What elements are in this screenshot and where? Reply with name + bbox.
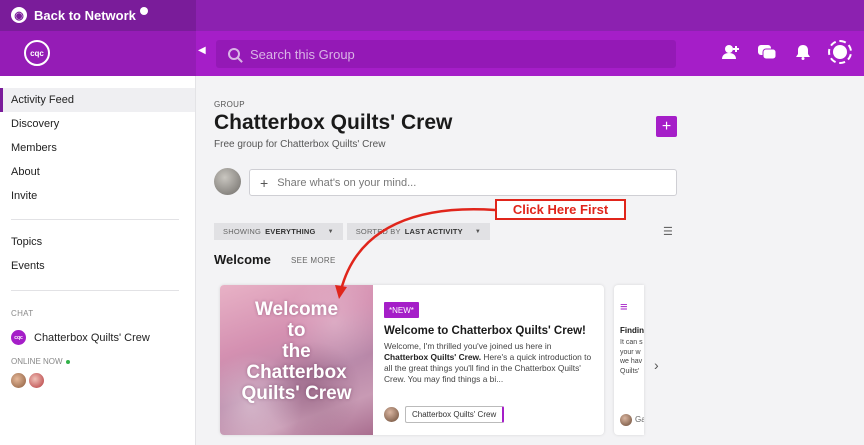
- next-card-title: Findin: [620, 326, 644, 335]
- chevron-down-icon: ▼: [327, 228, 334, 235]
- card-body: Welcome, I'm thrilled you've joined us h…: [384, 341, 597, 385]
- see-more-link[interactable]: SEE MORE: [291, 256, 336, 265]
- share-post-field[interactable]: + Share what's on your mind...: [249, 169, 677, 196]
- back-to-network-link[interactable]: ◉ Back to Network: [11, 7, 148, 23]
- sorted-value: LAST ACTIVITY: [404, 227, 463, 236]
- document-icon: ≡: [620, 299, 628, 314]
- chat-heading: CHAT: [11, 309, 34, 318]
- header-actions: [720, 40, 852, 64]
- collapse-sidebar-icon[interactable]: ◀: [198, 45, 208, 63]
- online-members: [11, 373, 44, 388]
- online-now-text: ONLINE NOW: [11, 357, 63, 366]
- sidebar-divider: [11, 290, 179, 291]
- sidebar-item-members[interactable]: Members: [0, 136, 195, 160]
- chevron-down-icon: ▼: [474, 228, 482, 235]
- profile-avatar-icon[interactable]: [828, 40, 852, 64]
- chevron-right-icon[interactable]: ›: [654, 357, 659, 373]
- new-badge: *NEW*: [384, 302, 419, 318]
- card-body-lead: Welcome, I'm thrilled you've joined us h…: [384, 341, 552, 351]
- back-to-network-label: Back to Network: [34, 7, 136, 23]
- welcome-card[interactable]: Welcome to the Chatterbox Quilts' Crew *…: [220, 285, 604, 435]
- search-bar[interactable]: [216, 40, 676, 68]
- author-tag[interactable]: Chatterbox Quilts' Crew: [405, 406, 505, 423]
- online-dot-icon: [65, 359, 70, 364]
- avatar[interactable]: [29, 373, 44, 388]
- showing-prefix: SHOWING: [223, 227, 262, 236]
- search-icon: [228, 48, 240, 60]
- sidebar-divider: [11, 219, 179, 220]
- group-header: cqc ◀: [0, 31, 864, 76]
- feed-filters: SHOWING EVERYTHING ▼ SORTED BY LAST ACTI…: [214, 223, 491, 240]
- group-logo[interactable]: cqc: [24, 40, 50, 66]
- sidebar-item-topics[interactable]: Topics: [0, 230, 195, 254]
- page-title: Chatterbox Quilts' Crew: [214, 111, 453, 134]
- notification-dot-icon: [139, 7, 148, 15]
- search-input[interactable]: [250, 46, 650, 62]
- sorted-prefix: SORTED BY: [355, 227, 401, 236]
- card-title[interactable]: Welcome to Chatterbox Quilts' Crew!: [384, 325, 599, 337]
- chat-group-link[interactable]: cqc Chatterbox Quilts' Crew: [11, 330, 150, 345]
- avatar[interactable]: [214, 168, 241, 195]
- list-view-icon[interactable]: ☰: [663, 225, 673, 238]
- group-subtitle: Free group for Chatterbox Quilts' Crew: [214, 139, 386, 150]
- plus-icon: +: [260, 174, 269, 191]
- share-post-placeholder: Share what's on your mind...: [277, 176, 417, 189]
- next-card-body: It can s your w we hav Quilts': [620, 339, 643, 375]
- chat-group-label: Chatterbox Quilts' Crew: [34, 331, 150, 344]
- avatar[interactable]: [11, 373, 26, 388]
- network-bar: ◉ Back to Network: [0, 0, 864, 31]
- card-body-bold: Chatterbox Quilts' Crew.: [384, 352, 482, 362]
- group-eyebrow: GROUP: [214, 100, 245, 109]
- sidebar-item-events[interactable]: Events: [0, 254, 195, 278]
- avatar[interactable]: [384, 407, 399, 422]
- online-now-label: ONLINE NOW: [11, 357, 70, 366]
- card-image-text: Welcome to the Chatterbox Quilts' Crew: [241, 299, 352, 404]
- section-title: Welcome: [214, 252, 271, 267]
- sidebar-item-discovery[interactable]: Discovery: [0, 112, 195, 136]
- showing-filter-dropdown[interactable]: SHOWING EVERYTHING ▼: [214, 223, 343, 240]
- network-globe-icon: ◉: [11, 7, 27, 23]
- notifications-bell-icon[interactable]: [792, 41, 814, 63]
- sidebar-item-invite[interactable]: Invite: [0, 184, 195, 208]
- avatar: [620, 414, 632, 426]
- card-author: Chatterbox Quilts' Crew: [384, 406, 505, 423]
- sort-filter-dropdown[interactable]: SORTED BY LAST ACTIVITY ▼: [346, 223, 491, 240]
- next-card-author: Ga: [635, 415, 644, 424]
- next-card[interactable]: ≡ Findin It can s your w we hav Quilts' …: [614, 285, 644, 435]
- sidebar-item-about[interactable]: About: [0, 160, 195, 184]
- add-member-icon[interactable]: [720, 41, 742, 63]
- chat-group-logo: cqc: [11, 330, 26, 345]
- messages-icon[interactable]: [756, 41, 778, 63]
- create-post-button[interactable]: +: [656, 116, 677, 137]
- sidebar: Activity Feed Discovery Members About In…: [0, 76, 196, 445]
- sidebar-item-activity-feed[interactable]: Activity Feed: [0, 88, 195, 112]
- annotation-label: Click Here First: [495, 199, 626, 220]
- showing-value: EVERYTHING: [265, 227, 316, 236]
